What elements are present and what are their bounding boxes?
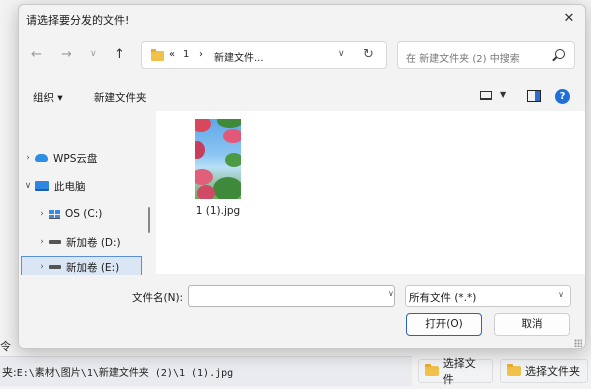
select-folder-label: 选择文件夹 <box>525 365 580 378</box>
nav-item-this-pc[interactable]: ∨ 此电脑 <box>21 175 142 197</box>
select-file-button[interactable]: 选择文件 <box>418 357 493 386</box>
nav-scrollbar[interactable] <box>148 207 150 233</box>
refresh-icon[interactable]: ↻ <box>363 47 374 62</box>
recent-chevron-down-icon[interactable]: ∨ <box>90 49 97 59</box>
file-list[interactable]: 1 (1).jpg <box>156 111 585 274</box>
nav-item-wps-cloud[interactable]: › WPS云盘 <box>21 147 142 169</box>
cancel-button[interactable]: 取消 <box>494 313 570 336</box>
resize-grip-icon[interactable] <box>574 339 582 347</box>
drive-icon <box>49 240 61 244</box>
help-icon[interactable]: ? <box>555 89 570 104</box>
folder-icon <box>151 49 164 61</box>
chevron-right-icon[interactable]: › <box>35 209 49 219</box>
nav-item-drive-d[interactable]: › 新加卷 (D:) <box>21 231 142 253</box>
nav-item-label: 此电脑 <box>54 180 86 193</box>
filetype-value: 所有文件 (*.*) <box>409 292 477 304</box>
breadcrumb-separator: › <box>199 49 203 60</box>
file-name: 1 (1).jpg <box>195 205 241 217</box>
drive-icon <box>49 265 61 269</box>
chevron-right-icon[interactable]: › <box>21 153 35 163</box>
command-toolbar: 组织 ▾ 新建文件夹 ▼ ? <box>19 85 585 109</box>
organize-menu[interactable]: 组织 ▾ <box>33 90 63 105</box>
navigation-bar: ← → ∨ ↑ « 1 › 新建文件... ∨ ↻ 在 新建文件夹 (2) 中搜… <box>19 39 585 71</box>
nav-item-label: OS (C:) <box>65 208 103 220</box>
new-folder-button[interactable]: 新建文件夹 <box>94 90 147 105</box>
nav-item-os-c[interactable]: › OS (C:) <box>21 203 142 225</box>
back-arrow-icon[interactable]: ← <box>31 47 42 62</box>
content-area: › WPS云盘 ∨ 此电脑 › OS (C:) › 新加卷 (D:) › 新加卷… <box>19 111 585 278</box>
close-icon[interactable]: ✕ <box>559 9 579 27</box>
view-caret-icon[interactable]: ▼ <box>500 90 506 99</box>
filetype-select[interactable]: 所有文件 (*.*) ∨ <box>405 285 571 307</box>
filename-input[interactable] <box>188 285 395 307</box>
search-icon <box>555 49 565 59</box>
background-path-bar: 夹: E:\素材\图片\1\新建文件夹 (2)\1 (1).jpg <box>0 356 412 386</box>
select-folder-button[interactable]: 选择文件夹 <box>500 359 588 383</box>
nav-item-label: WPS云盘 <box>53 152 98 165</box>
nav-item-label: 新加卷 (E:) <box>66 261 120 274</box>
open-button[interactable]: 打开(O) <box>406 313 482 336</box>
folder-icon <box>425 364 439 376</box>
path-label: 夹: <box>2 365 17 379</box>
windows-drive-icon <box>49 209 60 219</box>
filename-label: 文件名(N): <box>132 292 184 304</box>
nav-item-label: 新加卷 (D:) <box>66 236 121 249</box>
navigation-pane[interactable]: › WPS云盘 ∨ 此电脑 › OS (C:) › 新加卷 (D:) › 新加卷… <box>19 111 145 278</box>
filetype-chevron-down-icon: ∨ <box>558 290 564 299</box>
select-file-label: 选择文件 <box>442 357 476 386</box>
file-open-dialog: 请选择要分发的文件! ✕ ← → ∨ ↑ « 1 › 新建文件... ∨ ↻ 在… <box>18 4 586 349</box>
path-value: E:\素材\图片\1\新建文件夹 (2)\1 (1).jpg <box>16 368 234 379</box>
up-arrow-icon[interactable]: ↑ <box>114 47 125 62</box>
file-item[interactable]: 1 (1).jpg <box>188 119 248 217</box>
view-mode-icon[interactable] <box>480 91 492 100</box>
dialog-footer: 文件名(N): ∨ 所有文件 (*.*) ∨ 打开(O) 取消 <box>19 275 585 348</box>
breadcrumb-1[interactable]: 1 <box>183 49 189 60</box>
search-box[interactable]: 在 新建文件夹 (2) 中搜索 <box>397 41 575 69</box>
address-bar[interactable]: « 1 › 新建文件... ∨ ↻ <box>141 41 387 69</box>
chevron-right-icon[interactable]: › <box>35 262 49 272</box>
cloud-icon <box>35 154 48 162</box>
image-thumbnail <box>195 119 241 199</box>
chevron-down-icon[interactable]: ∨ <box>21 181 35 191</box>
pc-icon <box>35 181 49 191</box>
title-bar: 请选择要分发的文件! ✕ <box>19 5 585 31</box>
search-placeholder: 在 新建文件夹 (2) 中搜索 <box>406 54 520 65</box>
preview-pane-icon[interactable] <box>527 90 541 102</box>
forward-arrow-icon[interactable]: → <box>61 47 72 62</box>
address-chevron-down-icon[interactable]: ∨ <box>338 49 345 59</box>
address-overflow[interactable]: « <box>169 49 175 60</box>
breadcrumb-current[interactable]: 新建文件... <box>214 49 264 64</box>
dialog-title: 请选择要分发的文件! <box>26 14 130 27</box>
chevron-right-icon[interactable]: › <box>35 237 49 247</box>
folder-icon <box>507 364 521 376</box>
background-label: 令 <box>0 340 11 353</box>
